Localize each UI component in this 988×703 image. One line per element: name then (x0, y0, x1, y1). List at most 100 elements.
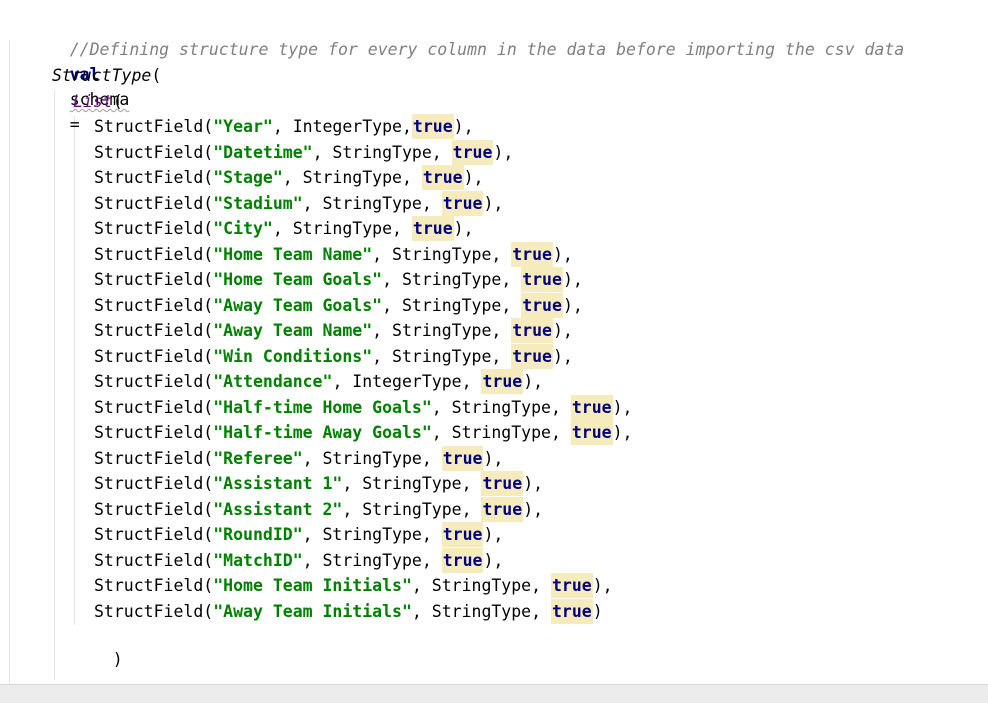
code-line-comment[interactable]: //Defining structure type for every colu… (30, 12, 904, 59)
field-type: , StringType, (382, 270, 522, 289)
structfield-call: StructField( (94, 168, 214, 187)
struct-field-line[interactable]: StructField("Away Team Initials", String… (94, 598, 603, 624)
field-name-string: "Away Team Name" (213, 321, 373, 340)
nullable-true-literal: true (451, 139, 494, 165)
field-close: ), (612, 397, 633, 417)
field-name-string: "Stage" (213, 168, 283, 187)
struct-field-line[interactable]: StructField("Half-time Away Goals", Stri… (94, 420, 632, 445)
field-name-string: "Assistant 2" (213, 499, 343, 519)
nullable-true-literal: true (421, 165, 464, 190)
field-close: ), (483, 193, 504, 213)
struct-field-line[interactable]: StructField("Home Team Goals", StringTyp… (94, 267, 583, 292)
nullable-true-literal: true (481, 369, 524, 394)
structfield-call: StructField( (94, 576, 214, 595)
nullable-true-literal: true (441, 445, 484, 471)
indent-guide (74, 115, 75, 625)
struct-field-line[interactable]: StructField("MatchID", StringType, true)… (94, 547, 503, 573)
struct-field-line[interactable]: StructField("Away Team Name", StringType… (94, 318, 573, 343)
nullable-true-literal: true (411, 114, 454, 139)
field-type: , StringType, (282, 168, 422, 187)
nullable-true-literal: true (570, 394, 613, 420)
field-name-string: "Away Team Initials" (213, 601, 412, 621)
struct-field-line[interactable]: StructField("Win Conditions", StringType… (94, 343, 573, 369)
field-close: ), (453, 219, 474, 238)
field-type: , StringType, (302, 448, 442, 468)
field-type: , IntegerType, (272, 117, 412, 136)
struct-field-line[interactable]: StructField("Away Team Goals", StringTyp… (94, 292, 583, 318)
field-close: ), (612, 423, 633, 442)
field-name-string: "MatchID" (213, 550, 303, 570)
field-type: , StringType, (272, 219, 412, 238)
nullable-true-literal: true (521, 292, 563, 318)
open-paren: ( (112, 92, 123, 111)
structfield-call: StructField( (94, 601, 214, 621)
field-name-string: "Away Team Goals" (213, 295, 383, 315)
structfield-call: StructField( (94, 346, 214, 366)
field-type: , StringType, (342, 499, 482, 519)
field-close: ), (463, 168, 484, 187)
struct-field-line[interactable]: StructField("Datetime", StringType, true… (94, 139, 514, 165)
field-name-string: "Referee" (213, 448, 303, 468)
nullable-true-literal: true (570, 420, 613, 445)
struct-field-line[interactable]: StructField("Home Team Initials", String… (94, 573, 613, 598)
field-type: , StringType, (312, 142, 452, 162)
structfield-call: StructField( (94, 550, 214, 570)
structfield-call: StructField( (94, 270, 214, 289)
nullable-true-literal: true (511, 343, 553, 369)
structfield-call: StructField( (94, 499, 214, 519)
field-type: , StringType, (372, 321, 512, 340)
code-line-val[interactable]: val schema = (30, 37, 130, 134)
field-name-string: "Half-time Away Goals" (213, 423, 432, 442)
field-name-string: "Win Conditions" (213, 346, 373, 366)
code-line-list-close[interactable]: ) (73, 622, 123, 669)
struct-field-line[interactable]: StructField("Attendance", IntegerType, t… (94, 369, 543, 394)
field-type: , StringType, (302, 550, 442, 570)
field-name-string: "Home Team Goals" (213, 270, 383, 289)
struct-field-line[interactable]: StructField("Assistant 1", StringType, t… (94, 471, 543, 496)
structfield-call: StructField( (94, 525, 214, 544)
structfield-call: StructField( (94, 372, 214, 391)
equals-sign: = (69, 115, 80, 134)
field-close: ), (523, 372, 544, 391)
code-line-list[interactable]: List( (73, 89, 123, 114)
field-close: ), (483, 525, 504, 544)
field-name-string: "Half-time Home Goals" (213, 397, 432, 417)
struct-field-line[interactable]: StructField("Home Team Name", StringType… (94, 241, 573, 267)
code-editor[interactable]: //Defining structure type for every colu… (0, 0, 988, 703)
nullable-true-literal: true (481, 496, 524, 522)
nullable-true-literal: true (511, 318, 553, 343)
field-close: ), (562, 295, 583, 315)
struct-field-line[interactable]: StructField("Half-time Home Goals", Stri… (94, 394, 633, 420)
struct-field-line[interactable]: StructField("Stadium", StringType, true)… (94, 190, 504, 216)
indent-guide (9, 40, 10, 690)
field-type: , StringType, (411, 601, 551, 621)
structfield-call: StructField( (94, 193, 214, 213)
nullable-true-literal: true (550, 573, 593, 598)
list-keyword: List (73, 92, 113, 111)
field-close: ), (483, 448, 504, 468)
nullable-true-literal: true (441, 522, 484, 547)
code-line-structtype[interactable]: StructType( (52, 63, 161, 88)
nullable-true-literal: true (521, 267, 563, 292)
horizontal-scrollbar[interactable] (0, 684, 988, 703)
nullable-true-literal: true (481, 471, 524, 496)
struct-field-line[interactable]: StructField("Year", IntegerType,true), (94, 114, 474, 139)
nullable-true-literal: true (550, 598, 593, 624)
field-close: ), (553, 244, 573, 264)
field-close: ), (493, 142, 514, 162)
field-close: ), (553, 346, 573, 366)
open-paren: ( (151, 66, 162, 85)
struct-field-line[interactable]: StructField("RoundID", StringType, true)… (94, 522, 503, 547)
structtype-keyword: StructType (52, 66, 152, 85)
struct-field-line[interactable]: StructField("City", StringType, true), (94, 216, 474, 241)
nullable-true-literal: true (411, 216, 454, 241)
struct-field-line[interactable]: StructField("Referee", StringType, true)… (94, 445, 504, 471)
field-type: , StringType, (411, 576, 551, 595)
field-name-string: "Attendance" (213, 372, 333, 391)
field-name-string: "Assistant 1" (213, 474, 343, 493)
struct-field-line[interactable]: StructField("Assistant 2", StringType, t… (94, 496, 543, 522)
comment-text: //Defining structure type for every colu… (69, 40, 905, 59)
structfield-call: StructField( (94, 423, 214, 442)
field-type: , StringType, (372, 244, 512, 264)
struct-field-line[interactable]: StructField("Stage", StringType, true), (94, 165, 483, 190)
